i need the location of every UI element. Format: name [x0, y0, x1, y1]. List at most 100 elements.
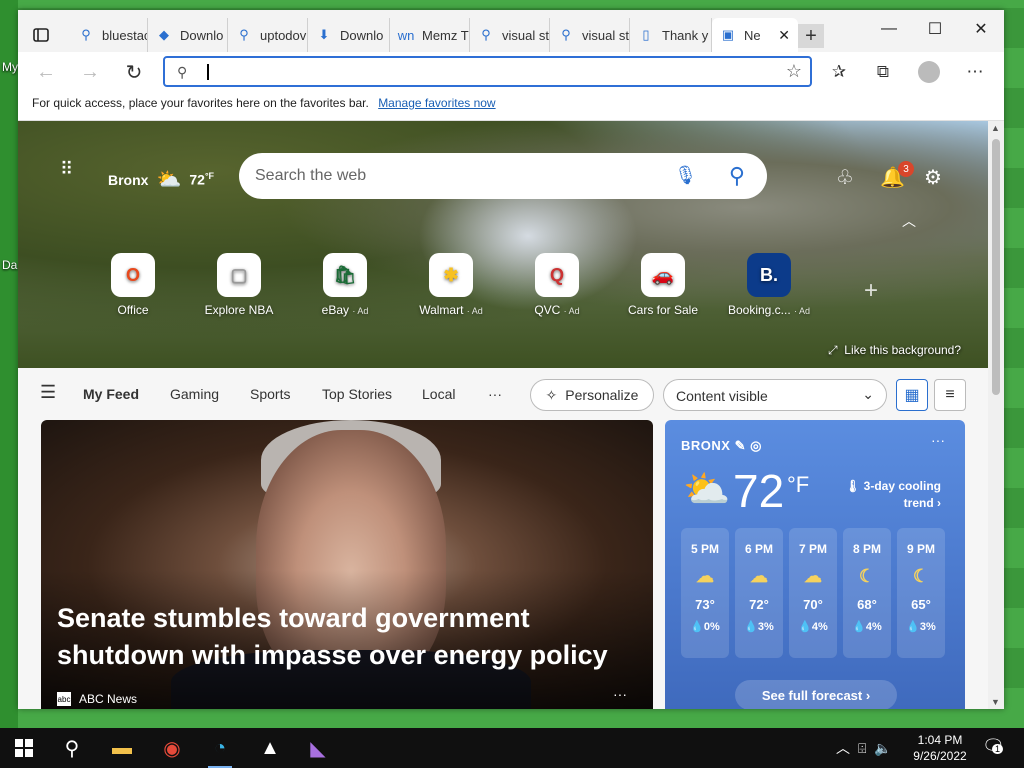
weather-more-button[interactable]: ···	[931, 432, 945, 448]
workspaces-icon[interactable]	[28, 24, 54, 46]
news-headline[interactable]: Senate stumbles toward government shutdo…	[57, 600, 637, 674]
hour-precip: 💧0%	[690, 621, 720, 633]
hourly-forecast[interactable]: 8 PM ☾ 68° 💧4%	[843, 528, 891, 658]
chrome-icon[interactable]: ◉	[148, 728, 196, 768]
add-favorite-icon[interactable]: ☆	[786, 61, 802, 82]
hour-time: 7 PM	[798, 542, 827, 556]
profile-avatar[interactable]	[914, 58, 944, 86]
weather-trend-link[interactable]: 🌡 3-day cooling trend ›	[841, 478, 941, 512]
new-tab-button[interactable]: +	[798, 24, 824, 48]
scrollbar-thumb[interactable]	[992, 139, 1000, 395]
tab-4[interactable]: wn Memz T	[390, 18, 470, 52]
scroll-down-icon[interactable]: ▼	[991, 697, 1000, 707]
microphone-icon[interactable]: 🎙	[674, 165, 697, 186]
page-settings-icon[interactable]: ⚙	[924, 165, 942, 190]
tab-7[interactable]: ▯ Thank y	[630, 18, 712, 52]
news-card[interactable]: Senate stumbles toward government shutdo…	[41, 420, 653, 709]
start-button[interactable]	[0, 728, 48, 768]
hourly-forecast[interactable]: 7 PM ☁ 70° 💧4%	[789, 528, 837, 658]
tab-5[interactable]: ⚲ visual st	[470, 18, 550, 52]
tab-3[interactable]: ⬇ Downlo	[308, 18, 390, 52]
partly-sunny-icon: ⛅	[156, 169, 182, 191]
visual-studio-icon[interactable]: ◣	[294, 728, 342, 768]
hourly-forecast[interactable]: 9 PM ☾ 65° 💧3%	[897, 528, 945, 658]
photos-icon[interactable]: ▲	[246, 728, 294, 768]
news-source-label: ABC News	[79, 692, 138, 706]
close-window-button[interactable]: ✕	[958, 14, 1004, 44]
desktop-icon-label[interactable]: Da	[2, 258, 17, 272]
settings-menu-icon[interactable]: ⋯	[960, 58, 990, 86]
minimize-button[interactable]: —	[866, 14, 912, 44]
close-tab-icon[interactable]: ✕	[778, 27, 790, 44]
address-input[interactable]	[205, 62, 765, 82]
page-scrollbar[interactable]: ▲ ▼	[988, 121, 1004, 709]
tab-2[interactable]: ⚲ uptodov	[228, 18, 308, 52]
quick-link[interactable]: ✱ Walmart · Ad	[396, 253, 506, 317]
tab-label: Downlo	[180, 27, 224, 43]
apps-grid-icon[interactable]: ⠿	[60, 160, 80, 186]
desktop-icon-label[interactable]: My	[2, 60, 18, 74]
full-forecast-button[interactable]: See full forecast ›	[735, 680, 897, 709]
news-more-button[interactable]: ···	[613, 686, 627, 702]
hourly-forecast[interactable]: 6 PM ☁ 72° 💧3%	[735, 528, 783, 658]
chevron-up-icon[interactable]: ︿	[902, 211, 916, 231]
file-explorer-icon[interactable]: ▬	[98, 728, 146, 768]
clock[interactable]: 1:04 PM 9/26/2022	[908, 732, 972, 764]
quick-link[interactable]: 🛍 eBay · Ad	[290, 253, 400, 317]
hourly-forecast[interactable]: 5 PM ☁ 73° 💧0%	[681, 528, 729, 658]
quick-link[interactable]: Q QVC · Ad	[502, 253, 612, 317]
weather-card[interactable]: BRONX ✎ ◎ ··· ⛅ 72 °F 🌡 3-day cooling tr…	[665, 420, 965, 709]
partly-sunny-icon: ⛅	[683, 469, 731, 511]
location-weather[interactable]: Bronx ⛅ 72°F	[108, 167, 214, 192]
tab-label: uptodov	[260, 27, 307, 43]
tab-1[interactable]: ◆ Downlo	[148, 18, 228, 52]
web-search-box[interactable]: Search the web 🎙 ⚲	[239, 153, 767, 199]
tab-top-stories[interactable]: Top Stories	[322, 386, 392, 402]
collections-icon[interactable]: ⧉	[868, 58, 898, 86]
volume-icon[interactable]: 🔈	[874, 740, 891, 757]
refresh-button[interactable]: ↻	[118, 58, 150, 86]
tab-gaming[interactable]: Gaming	[170, 386, 219, 402]
content-visibility-dropdown[interactable]: Content visible ⌄	[663, 379, 887, 411]
show-hidden-icons-icon[interactable]: ︿	[836, 738, 850, 758]
bluestacks-icon: ◆	[159, 27, 169, 42]
quick-link[interactable]: B. Booking.c... · Ad	[714, 253, 824, 317]
tab-0[interactable]: ⚲ bluestac	[70, 18, 148, 52]
manage-favorites-link[interactable]: Manage favorites now	[378, 96, 495, 110]
quick-link[interactable]: ▢ Explore NBA	[184, 253, 294, 317]
tab-sports[interactable]: Sports	[250, 386, 290, 402]
grid-view-button[interactable]: ▦	[896, 379, 928, 411]
address-bar[interactable]: ⚲ ☆	[163, 56, 812, 87]
edit-location-icon[interactable]: ✎	[735, 438, 746, 453]
new-tab-page: ⠿ Bronx ⛅ 72°F Search the web 🎙 ⚲ ♧ 🔔 3 …	[18, 121, 988, 709]
tab-8[interactable]: ▣ Ne ✕	[712, 18, 798, 52]
favorites-icon[interactable]: ✰	[824, 58, 854, 86]
rewards-icon[interactable]: ♧	[836, 165, 854, 190]
personalize-button[interactable]: ✧ Personalize	[530, 379, 654, 411]
search-icon: ⚲	[239, 27, 249, 42]
like-background-link[interactable]: ⤢ Like this background?	[828, 343, 961, 358]
page-icon: ▯	[642, 27, 650, 42]
quick-link[interactable]: 🚗 Cars for Sale	[608, 253, 718, 317]
tab-my-feed[interactable]: My Feed	[83, 386, 139, 402]
download-icon: ⬇	[318, 27, 330, 42]
forward-button[interactable]: →	[74, 58, 106, 86]
wn-icon: wn	[397, 27, 415, 43]
action-center-icon[interactable]: 🗨1	[982, 736, 1005, 757]
edge-icon[interactable]: ◔	[196, 728, 244, 768]
more-tabs-button[interactable]: ···	[488, 386, 502, 402]
network-icon[interactable]: ⌹	[858, 740, 866, 757]
quick-link[interactable]: O Office	[78, 253, 188, 317]
tab-local[interactable]: Local	[422, 386, 455, 402]
hamburger-menu-icon[interactable]: ☰	[40, 382, 56, 403]
back-button[interactable]: ←	[30, 58, 62, 86]
taskbar-search-icon[interactable]: ⚲	[48, 728, 96, 768]
globe-icon[interactable]: ◎	[750, 438, 762, 453]
maximize-button[interactable]: ☐	[912, 14, 958, 44]
add-quick-link-button[interactable]: +	[864, 277, 878, 305]
scroll-up-icon[interactable]: ▲	[991, 123, 1000, 133]
list-view-button[interactable]: ≡	[934, 379, 966, 411]
tab-6[interactable]: ⚲ visual st	[550, 18, 630, 52]
hour-precip-value: 4%	[811, 621, 828, 633]
search-icon[interactable]: ⚲	[729, 163, 745, 189]
